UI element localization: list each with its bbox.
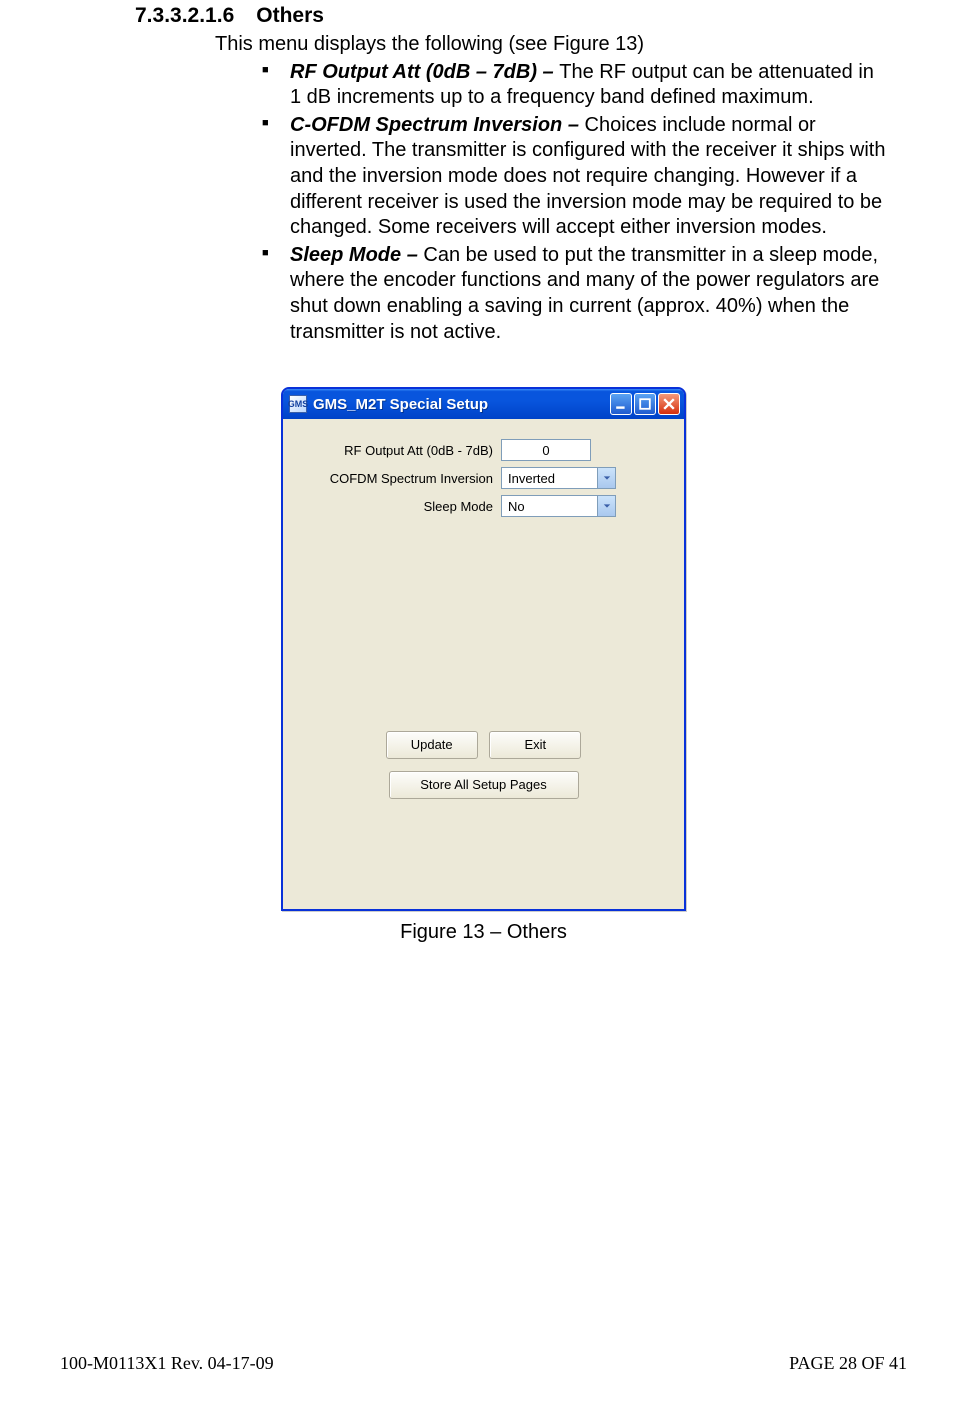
dialog-body: RF Output Att (0dB - 7dB) COFDM Spectrum… [283,419,684,909]
sleep-label: Sleep Mode [301,499,501,514]
store-button[interactable]: Store All Setup Pages [389,771,579,799]
field-row-rf: RF Output Att (0dB - 7dB) [301,439,666,461]
window-title: GMS_M2T Special Setup [313,396,610,413]
cofdm-label: COFDM Spectrum Inversion [301,471,501,486]
section-heading: 7.3.3.2.1.6 Others [135,0,907,28]
cofdm-value: Inverted [502,471,597,486]
titlebar[interactable]: GMS GMS_M2T Special Setup [283,389,684,419]
close-icon [663,398,675,410]
field-row-cofdm: COFDM Spectrum Inversion Inverted [301,467,666,489]
page-footer: 100-M0113X1 Rev. 04-17-09 PAGE 28 OF 41 [60,1353,907,1374]
maximize-icon [639,398,651,410]
minimize-icon [615,398,627,410]
app-icon: GMS [289,395,307,413]
bullet-label: C-OFDM Spectrum Inversion – [290,114,585,136]
close-button[interactable] [658,393,680,415]
footer-right: PAGE 28 OF 41 [789,1353,907,1374]
sleep-value: No [502,499,597,514]
heading-title: Others [256,4,324,27]
rf-output-label: RF Output Att (0dB - 7dB) [301,443,501,458]
field-row-sleep: Sleep Mode No [301,495,666,517]
bullet-label: RF Output Att (0dB – 7dB) – [290,61,559,83]
bullet-label: Sleep Mode – [290,244,423,266]
bullet-list: RF Output Att (0dB – 7dB) – The RF outpu… [260,60,887,346]
figure-caption: Figure 13 – Others [60,921,907,944]
list-item: RF Output Att (0dB – 7dB) – The RF outpu… [260,60,887,111]
dialog-window: GMS GMS_M2T Special Setup RF Output Att … [281,387,686,911]
sleep-select[interactable]: No [501,495,616,517]
cofdm-select[interactable]: Inverted [501,467,616,489]
footer-left: 100-M0113X1 Rev. 04-17-09 [60,1353,274,1374]
rf-output-input[interactable] [501,439,591,461]
chevron-down-icon [597,496,615,516]
exit-button[interactable]: Exit [489,731,581,759]
button-row-2: Store All Setup Pages [283,771,684,799]
maximize-button[interactable] [634,393,656,415]
minimize-button[interactable] [610,393,632,415]
figure-container: GMS GMS_M2T Special Setup RF Output Att … [60,387,907,944]
list-item: C-OFDM Spectrum Inversion – Choices incl… [260,113,887,241]
heading-number: 7.3.3.2.1.6 [135,4,234,28]
window-buttons [610,393,680,415]
chevron-down-icon [597,468,615,488]
intro-text: This menu displays the following (see Fi… [215,32,907,58]
button-row-1: Update Exit [283,731,684,759]
list-item: Sleep Mode – Can be used to put the tran… [260,243,887,345]
update-button[interactable]: Update [386,731,478,759]
